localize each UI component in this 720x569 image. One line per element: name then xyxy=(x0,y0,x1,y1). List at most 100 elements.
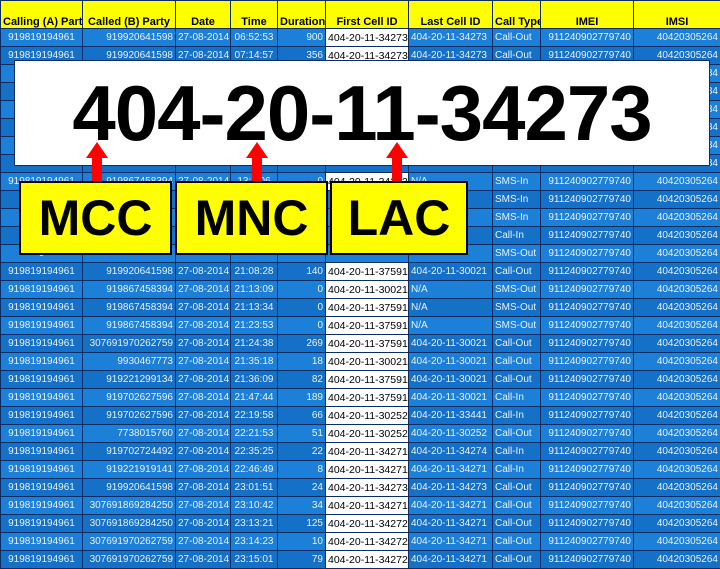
cell-last-cell-id[interactable]: 404-20-11-30252 xyxy=(409,425,493,443)
cell-first-cell-id[interactable]: 404-20-11-37591 xyxy=(326,263,409,281)
cell-imei[interactable]: 911240902779740 xyxy=(541,299,634,317)
cell-imei[interactable]: 911240902779740 xyxy=(541,425,634,443)
cell-imsi[interactable]: 40420305264 xyxy=(634,461,720,479)
cell-imsi[interactable]: 40420305264 xyxy=(634,29,720,47)
cell-imei[interactable]: 911240902779740 xyxy=(541,407,634,425)
cell-last-cell-id[interactable]: N/A xyxy=(409,281,493,299)
cell-calling-party[interactable]: 919819194961 xyxy=(1,371,83,389)
cell-called-party[interactable]: 919221299134 xyxy=(83,371,176,389)
cell-call-type[interactable]: Call-Out xyxy=(493,371,541,389)
cell-first-cell-id[interactable]: 404-20-11-34273 xyxy=(326,29,409,47)
table-row[interactable]: 91981919496130769197026275927-08-201423:… xyxy=(1,551,720,569)
cell-date[interactable]: 27-08-2014 xyxy=(176,425,231,443)
cell-last-cell-id[interactable]: 404-20-11-34274 xyxy=(409,443,493,461)
cell-imei[interactable]: 911240902779740 xyxy=(541,317,634,335)
table-row[interactable]: 91981919496191986745839427-08-201421:23:… xyxy=(1,317,720,335)
cell-duration[interactable]: 0 xyxy=(278,317,326,335)
col-header-imsi[interactable]: IMSI xyxy=(634,1,720,29)
cell-call-type[interactable]: SMS-In xyxy=(493,191,541,209)
cell-first-cell-id[interactable]: 404-20-11-30252 xyxy=(326,407,409,425)
cell-called-party[interactable]: 307691970262759 xyxy=(83,533,176,551)
cell-imei[interactable]: 911240902779740 xyxy=(541,443,634,461)
cell-last-cell-id[interactable]: 404-20-11-30021 xyxy=(409,371,493,389)
cell-imsi[interactable]: 40420305264 xyxy=(634,551,720,569)
cell-date[interactable]: 27-08-2014 xyxy=(176,407,231,425)
cell-imei[interactable]: 911240902779740 xyxy=(541,245,634,263)
cell-imsi[interactable]: 40420305264 xyxy=(634,227,720,245)
cell-imsi[interactable]: 40420305264 xyxy=(634,443,720,461)
cell-imei[interactable]: 911240902779740 xyxy=(541,497,634,515)
table-row[interactable]: 91981919496130769197026275927-08-201421:… xyxy=(1,335,720,353)
cell-first-cell-id[interactable]: 404-20-11-30021 xyxy=(326,353,409,371)
cell-duration[interactable]: 82 xyxy=(278,371,326,389)
cell-duration[interactable]: 66 xyxy=(278,407,326,425)
col-header-calling-party[interactable]: Calling (A) Party xyxy=(1,1,83,29)
cell-imei[interactable]: 911240902779740 xyxy=(541,533,634,551)
cell-calling-party[interactable]: 919819194961 xyxy=(1,515,83,533)
cell-call-type[interactable]: Call-Out xyxy=(493,479,541,497)
cell-last-cell-id[interactable]: 404-20-11-30021 xyxy=(409,353,493,371)
cell-called-party[interactable]: 919702627596 xyxy=(83,407,176,425)
cell-duration[interactable]: 10 xyxy=(278,533,326,551)
table-row[interactable]: 91981919496130769186928425027-08-201423:… xyxy=(1,497,720,515)
cell-last-cell-id[interactable]: 404-20-11-34271 xyxy=(409,497,493,515)
cell-imei[interactable]: 911240902779740 xyxy=(541,479,634,497)
cell-called-party[interactable]: 307691970262759 xyxy=(83,551,176,569)
cell-date[interactable]: 27-08-2014 xyxy=(176,281,231,299)
cell-call-type[interactable]: Call-Out xyxy=(493,335,541,353)
cell-date[interactable]: 27-08-2014 xyxy=(176,335,231,353)
cell-imei[interactable]: 911240902779740 xyxy=(541,173,634,191)
cell-duration[interactable]: 140 xyxy=(278,263,326,281)
cell-imei[interactable]: 911240902779740 xyxy=(541,263,634,281)
cell-call-type[interactable]: SMS-Out xyxy=(493,299,541,317)
cell-calling-party[interactable]: 919819194961 xyxy=(1,479,83,497)
table-row[interactable]: 91981919496130769197026275927-08-201423:… xyxy=(1,533,720,551)
cell-imsi[interactable]: 40420305264 xyxy=(634,389,720,407)
cell-date[interactable]: 27-08-2014 xyxy=(176,299,231,317)
cell-imei[interactable]: 911240902779740 xyxy=(541,371,634,389)
cell-imsi[interactable]: 40420305264 xyxy=(634,245,720,263)
cell-call-type[interactable]: Call-In xyxy=(493,461,541,479)
cell-imsi[interactable]: 40420305264 xyxy=(634,425,720,443)
cell-date[interactable]: 27-08-2014 xyxy=(176,533,231,551)
col-header-time[interactable]: Time xyxy=(231,1,278,29)
cell-time[interactable]: 21:35:18 xyxy=(231,353,278,371)
cell-call-type[interactable]: Call-Out xyxy=(493,515,541,533)
cell-first-cell-id[interactable]: 404-20-11-34271 xyxy=(326,443,409,461)
cell-first-cell-id[interactable]: 404-20-11-30021 xyxy=(326,281,409,299)
cell-time[interactable]: 21:13:34 xyxy=(231,299,278,317)
cell-duration[interactable]: 22 xyxy=(278,443,326,461)
cell-imei[interactable]: 911240902779740 xyxy=(541,353,634,371)
cell-calling-party[interactable]: 919819194961 xyxy=(1,281,83,299)
cell-first-cell-id[interactable]: 404-20-11-34273 xyxy=(326,479,409,497)
cell-time[interactable]: 23:13:21 xyxy=(231,515,278,533)
cell-calling-party[interactable]: 919819194961 xyxy=(1,533,83,551)
cell-first-cell-id[interactable]: 404-20-11-34272 xyxy=(326,551,409,569)
cell-duration[interactable]: 189 xyxy=(278,389,326,407)
cell-called-party[interactable]: 7738015760 xyxy=(83,425,176,443)
cell-last-cell-id[interactable]: 404-20-11-34273 xyxy=(409,29,493,47)
cell-date[interactable]: 27-08-2014 xyxy=(176,29,231,47)
cell-called-party[interactable]: 919867458394 xyxy=(83,317,176,335)
cell-imsi[interactable]: 40420305264 xyxy=(634,533,720,551)
cell-call-type[interactable]: SMS-Out xyxy=(493,245,541,263)
table-row[interactable]: 91981919496191986745839427-08-201421:13:… xyxy=(1,299,720,317)
cell-duration[interactable]: 0 xyxy=(278,281,326,299)
cell-duration[interactable]: 0 xyxy=(278,299,326,317)
cell-imsi[interactable]: 40420305264 xyxy=(634,407,720,425)
cell-calling-party[interactable]: 919819194961 xyxy=(1,497,83,515)
cell-time[interactable]: 21:23:53 xyxy=(231,317,278,335)
cell-imsi[interactable]: 40420305264 xyxy=(634,515,720,533)
col-header-imei[interactable]: IMEI xyxy=(541,1,634,29)
cell-duration[interactable]: 900 xyxy=(278,29,326,47)
cell-imsi[interactable]: 40420305264 xyxy=(634,317,720,335)
col-header-date[interactable]: Date xyxy=(176,1,231,29)
cell-call-type[interactable]: Call-In xyxy=(493,407,541,425)
cell-called-party[interactable]: 919920641598 xyxy=(83,29,176,47)
cell-time[interactable]: 21:08:28 xyxy=(231,263,278,281)
cell-imei[interactable]: 911240902779740 xyxy=(541,281,634,299)
table-row[interactable]: 919819194961773801576027-08-201422:21:53… xyxy=(1,425,720,443)
cell-date[interactable]: 27-08-2014 xyxy=(176,479,231,497)
cell-time[interactable]: 22:21:53 xyxy=(231,425,278,443)
cell-call-type[interactable]: SMS-In xyxy=(493,209,541,227)
